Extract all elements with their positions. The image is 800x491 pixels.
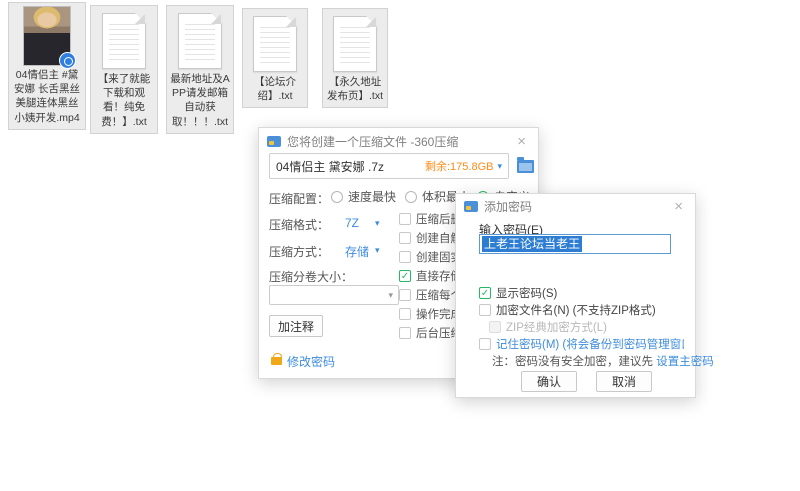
text-file-icon — [333, 16, 377, 72]
archive-filename: 04情侣主 黛安娜 .7z — [276, 158, 419, 175]
method-label: 压缩方式： — [269, 243, 329, 260]
chevron-down-icon[interactable]: ▾ — [375, 218, 380, 229]
file-tile-video[interactable]: 04情侣主 #黛安娜 长舌黑丝美腿连体黑丝小姨开发.mp4 — [8, 2, 86, 130]
file-name: 【来了就能下载和观看！纯免费！】.txt — [91, 71, 157, 133]
checkbox-icon — [399, 327, 411, 339]
checkbox-icon — [399, 213, 411, 225]
radio-icon — [331, 191, 343, 203]
text-file-icon — [178, 13, 222, 69]
checkbox-disabled-icon — [489, 321, 501, 333]
cancel-button[interactable]: 取消 — [596, 371, 652, 392]
dialog-title: 您将创建一个压缩文件 -360压缩 — [287, 133, 513, 150]
modify-password-link[interactable]: 修改密码 — [271, 353, 335, 370]
chevron-down-icon[interactable]: ▾ — [497, 161, 502, 172]
archive-app-icon — [267, 136, 281, 147]
file-tile-txt-1[interactable]: 【来了就能下载和观看！纯免费！】.txt — [90, 5, 158, 134]
checkbox-remember-password[interactable]: 记住密码(M) (将会备份到密码管理窗口中) — [479, 336, 684, 352]
file-tile-txt-2[interactable]: 最新地址及APP请发邮箱自动获取！！！.txt — [166, 5, 234, 134]
checkbox-zip-classic: ZIP经典加密方式(L) — [489, 319, 694, 335]
password-dialog-titlebar[interactable]: 添加密码 × — [456, 194, 695, 218]
checkbox-checked-icon: ✓ — [479, 287, 491, 299]
file-name: 最新地址及APP请发邮箱自动获取！！！.txt — [167, 71, 233, 133]
checkbox-show-password[interactable]: ✓ 显示密码(S) — [479, 285, 684, 301]
confirm-button[interactable]: 确认 — [521, 371, 577, 392]
archive-name-input[interactable]: 04情侣主 黛安娜 .7z 剩余:175.8GB ▾ — [269, 153, 509, 179]
format-value[interactable]: 7Z — [345, 216, 359, 230]
text-file-icon — [102, 13, 146, 69]
browse-folder-icon[interactable] — [517, 160, 534, 173]
file-tile-txt-3[interactable]: 【论坛介绍】.txt — [242, 8, 308, 108]
radio-fastest[interactable]: 速度最快 — [331, 188, 396, 205]
format-label: 压缩格式： — [269, 216, 329, 233]
password-input[interactable]: 上老王论坛当老王 — [479, 234, 671, 254]
text-file-icon — [253, 16, 297, 72]
file-name: 【永久地址发布页】.txt — [323, 74, 387, 107]
space-remaining: 剩余:175.8GB — [425, 158, 493, 174]
file-tile-txt-4[interactable]: 【永久地址发布页】.txt — [322, 8, 388, 108]
radio-icon — [405, 191, 417, 203]
file-name: 【论坛介绍】.txt — [243, 74, 307, 107]
checkbox-encrypt-filenames[interactable]: 加密文件名(N) (不支持ZIP格式) — [479, 302, 684, 318]
archive-app-icon — [464, 201, 478, 212]
add-password-dialog: 添加密码 × 输入密码(E) 上老王论坛当老王 ✓ 显示密码(S) 加密文件名(… — [455, 193, 696, 398]
lock-icon — [271, 357, 282, 365]
file-name: 04情侣主 #黛安娜 长舌黑丝美腿连体黑丝小姨开发.mp4 — [9, 67, 85, 129]
checkbox-checked-icon: ✓ — [399, 270, 411, 282]
add-comment-button[interactable]: 加注释 — [269, 315, 323, 337]
volume-size-select[interactable]: ▾ — [269, 285, 399, 305]
video-player-icon — [59, 52, 76, 69]
close-icon[interactable]: × — [670, 197, 687, 216]
config-label: 压缩配置： — [269, 190, 329, 207]
checkbox-icon — [479, 338, 491, 350]
dialog-title: 添加密码 — [484, 198, 670, 215]
checkbox-icon — [399, 251, 411, 263]
chevron-down-icon[interactable]: ▾ — [375, 245, 380, 256]
checkbox-icon — [479, 304, 491, 316]
close-icon[interactable]: × — [513, 132, 530, 151]
password-selected-text: 上老王论坛当老王 — [482, 236, 582, 252]
volume-size-label: 压缩分卷大小： — [269, 268, 353, 285]
password-note: 注：密码没有安全加密，建议先 设置主密码 — [492, 353, 714, 369]
set-master-password-link[interactable]: 设置主密码 — [656, 356, 714, 368]
chevron-down-icon: ▾ — [388, 290, 393, 301]
video-thumbnail — [23, 6, 71, 66]
method-value[interactable]: 存储 — [345, 243, 369, 260]
checkbox-icon — [399, 232, 411, 244]
checkbox-icon — [399, 308, 411, 320]
checkbox-icon — [399, 289, 411, 301]
compress-dialog-titlebar[interactable]: 您将创建一个压缩文件 -360压缩 × — [259, 128, 538, 154]
